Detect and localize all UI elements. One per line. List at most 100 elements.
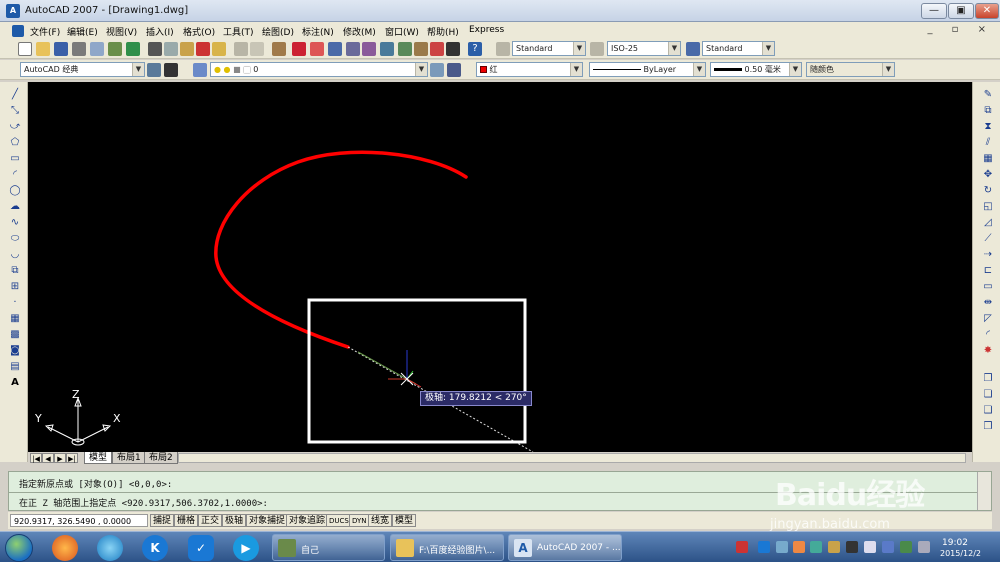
- gradient-icon[interactable]: ▩: [8, 328, 22, 341]
- block-editor-icon[interactable]: [212, 42, 226, 56]
- dyn-toggle[interactable]: DYN: [349, 514, 370, 527]
- extend-icon[interactable]: ⇢: [981, 248, 995, 261]
- redo-icon[interactable]: [250, 42, 264, 56]
- menu-help[interactable]: 帮助(H): [427, 25, 459, 38]
- trim-icon[interactable]: ⟋: [981, 232, 995, 245]
- tray-penguin-icon[interactable]: [793, 541, 805, 553]
- explode-icon[interactable]: ✸: [981, 344, 995, 357]
- polar-toggle[interactable]: 极轴: [222, 514, 247, 527]
- publish-icon[interactable]: [108, 42, 122, 56]
- rectangle-icon[interactable]: ▭: [8, 152, 22, 165]
- cut-icon[interactable]: [148, 42, 162, 56]
- undo-icon[interactable]: [234, 42, 248, 56]
- maximize-button[interactable]: ▣: [948, 3, 974, 19]
- layer-manager-icon[interactable]: [193, 63, 207, 77]
- break-at-point-icon[interactable]: ⊏: [981, 264, 995, 277]
- lineweight-select[interactable]: 0.50 毫米 ▼: [710, 62, 802, 77]
- spline-icon[interactable]: ∿: [8, 216, 22, 229]
- text-style-icon[interactable]: [496, 42, 510, 56]
- menu-insert[interactable]: 插入(I): [146, 25, 174, 38]
- layer-select[interactable]: ● ● ■ ■ 0 ▼: [210, 62, 428, 77]
- tray-display-icon[interactable]: [882, 541, 894, 553]
- region-icon[interactable]: ◙: [8, 344, 22, 357]
- snap-toggle[interactable]: 捕捉: [150, 514, 175, 527]
- insert-block-icon[interactable]: ⧉: [8, 264, 22, 277]
- join-icon[interactable]: ⇹: [981, 296, 995, 309]
- text-style-select[interactable]: Standard ▼: [512, 41, 586, 56]
- draw-order-back-icon[interactable]: ❏: [981, 388, 995, 401]
- minimize-button[interactable]: —: [921, 3, 947, 19]
- last-tab-icon[interactable]: ▶|: [66, 453, 78, 463]
- send-under-icon[interactable]: ❒: [981, 420, 995, 433]
- document-window-controls[interactable]: _ ▫ ×: [927, 24, 994, 35]
- lineweight-toggle[interactable]: 线宽: [368, 514, 393, 527]
- menu-view[interactable]: 视图(V): [106, 25, 137, 38]
- rotate-icon[interactable]: ↻: [981, 184, 995, 197]
- table-style-select[interactable]: Standard ▼: [702, 41, 775, 56]
- tab-model[interactable]: 模型: [84, 452, 113, 464]
- zoom-window-icon[interactable]: [310, 42, 324, 56]
- first-tab-icon[interactable]: |◀: [30, 453, 42, 463]
- multiline-text-icon[interactable]: A: [8, 376, 22, 389]
- menu-tools[interactable]: 工具(T): [223, 25, 254, 38]
- arc-icon[interactable]: ◜: [8, 168, 22, 181]
- zoom-previous-icon[interactable]: [328, 42, 342, 56]
- save-icon[interactable]: [54, 42, 68, 56]
- start-button[interactable]: [5, 534, 33, 562]
- chamfer-icon[interactable]: ◸: [981, 312, 995, 325]
- task-explorer[interactable]: F:\百度经验图片\...: [390, 534, 504, 561]
- tray-volume-icon[interactable]: [810, 541, 822, 553]
- tray-shield-icon[interactable]: [758, 541, 770, 553]
- table-icon[interactable]: ▤: [8, 360, 22, 373]
- make-block-icon[interactable]: ⊞: [8, 280, 22, 293]
- revision-cloud-icon[interactable]: ☁: [8, 200, 22, 213]
- clock-date[interactable]: 2015/12/2: [940, 549, 981, 558]
- properties-icon[interactable]: [362, 42, 376, 56]
- autocad-app-icon[interactable]: A: [6, 4, 20, 18]
- ellipse-arc-icon[interactable]: ◡: [8, 248, 22, 261]
- ellipse-icon[interactable]: ⬭: [8, 232, 22, 245]
- menu-modify[interactable]: 修改(M): [343, 25, 376, 38]
- coordinate-display[interactable]: 920.9317, 326.5490 , 0.0000: [10, 514, 148, 527]
- drawing-area[interactable]: Z Y X 极轴: 179.8212 < 270°: [28, 82, 972, 452]
- 3d-dwf-icon[interactable]: [126, 42, 140, 56]
- new-icon[interactable]: [18, 42, 32, 56]
- sheet-set-icon[interactable]: [414, 42, 428, 56]
- red-arc[interactable]: [214, 150, 468, 349]
- calculator-icon[interactable]: [446, 42, 460, 56]
- mirror-icon[interactable]: ⧗: [981, 120, 995, 133]
- copy-icon[interactable]: [164, 42, 178, 56]
- fillet-icon[interactable]: ◜: [981, 328, 995, 341]
- model-toggle[interactable]: 模型: [392, 514, 417, 527]
- plot-style-select[interactable]: 随颜色 ▼: [806, 62, 895, 77]
- help-icon[interactable]: ?: [468, 42, 482, 56]
- polygon-icon[interactable]: ⬠: [8, 136, 22, 149]
- tray-ime-icon[interactable]: [864, 541, 876, 553]
- media-icon[interactable]: ▶: [233, 535, 259, 561]
- workspace-select[interactable]: AutoCAD 经典 ▼: [20, 62, 145, 77]
- break-icon[interactable]: ▭: [981, 280, 995, 293]
- plot-preview-icon[interactable]: [90, 42, 104, 56]
- print-icon[interactable]: [72, 42, 86, 56]
- otrack-toggle[interactable]: 对象追踪: [286, 514, 329, 527]
- construction-line-icon[interactable]: ⤡: [8, 104, 22, 117]
- circle-icon[interactable]: ◯: [8, 184, 22, 197]
- menu-edit[interactable]: 编辑(E): [67, 25, 98, 38]
- command-scrollbar[interactable]: [977, 472, 991, 510]
- design-center-icon[interactable]: [380, 42, 394, 56]
- match-properties-icon[interactable]: [196, 42, 210, 56]
- browser-icon[interactable]: [97, 535, 123, 561]
- task-zijii[interactable]: 自己: [272, 534, 385, 561]
- tab-layout2[interactable]: 布局2: [144, 452, 178, 464]
- tray-network-icon[interactable]: [776, 541, 788, 553]
- tool-palettes-icon[interactable]: [398, 42, 412, 56]
- zoom-realtime-icon[interactable]: [292, 42, 306, 56]
- menu-dimension[interactable]: 标注(N): [302, 25, 334, 38]
- next-tab-icon[interactable]: ▶: [54, 453, 66, 463]
- firefox-icon[interactable]: [52, 535, 78, 561]
- workspace-settings-icon[interactable]: [147, 63, 161, 77]
- markup-icon[interactable]: [430, 42, 444, 56]
- osnap-toggle[interactable]: 对象捕捉: [246, 514, 289, 527]
- array-icon[interactable]: ▦: [981, 152, 995, 165]
- erase-icon[interactable]: ✎: [981, 88, 995, 101]
